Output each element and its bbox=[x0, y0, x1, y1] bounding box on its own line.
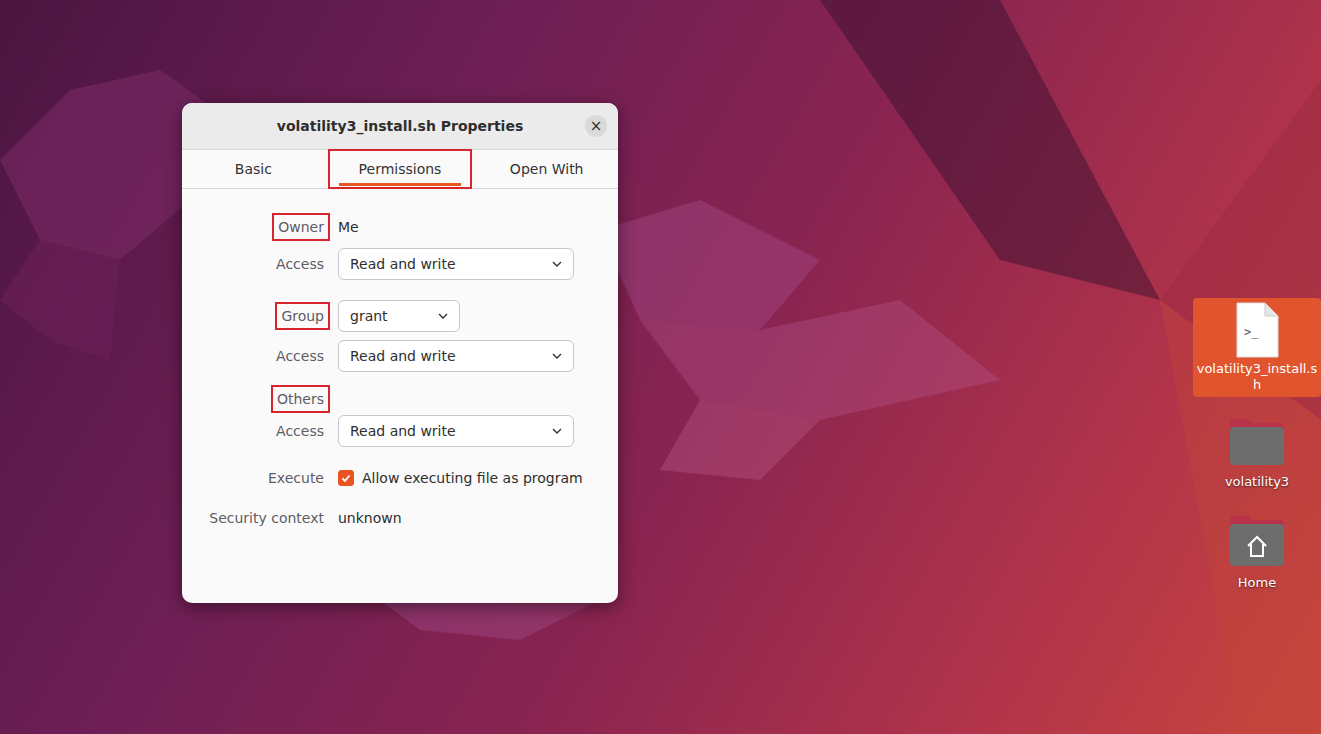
icon-label: volatility3_install.sh bbox=[1195, 361, 1319, 393]
label-cell: Owner bbox=[182, 213, 330, 241]
tab-underline bbox=[339, 183, 462, 186]
dropdown-value: Read and write bbox=[350, 348, 456, 364]
owner-value: Me bbox=[338, 219, 359, 235]
chevron-down-icon bbox=[551, 258, 563, 270]
dropdown-value: Read and write bbox=[350, 256, 456, 272]
owner-name: Me bbox=[338, 219, 359, 235]
dropdown-value: Read and write bbox=[350, 423, 456, 439]
field-label: Security context bbox=[203, 504, 330, 532]
field-label: Access bbox=[270, 417, 330, 445]
desktop-icon[interactable]: volatility3 bbox=[1193, 413, 1321, 494]
property-row: Owner Me bbox=[182, 213, 618, 241]
icon-graphic: >_ bbox=[1235, 302, 1279, 358]
value-cell: Read and write bbox=[338, 248, 574, 280]
tab[interactable]: Basic bbox=[182, 150, 325, 188]
icon-label: Home bbox=[1195, 575, 1319, 591]
property-row: Access Read and write bbox=[182, 248, 618, 280]
chevron-down-icon bbox=[551, 425, 563, 437]
property-row: Security context unknown bbox=[182, 504, 618, 532]
tab[interactable]: Permissions bbox=[329, 150, 472, 188]
folder-icon bbox=[1228, 417, 1286, 467]
tab-bar: Basic Permissions Open With bbox=[182, 150, 618, 189]
icon-label: volatility3 bbox=[1195, 474, 1319, 490]
chevron-down-icon bbox=[551, 350, 563, 362]
value-cell: Read and write bbox=[338, 340, 574, 372]
field-label: Execute bbox=[262, 464, 330, 492]
tab[interactable]: Open With bbox=[475, 150, 618, 188]
desktop-icon[interactable]: >_ volatility3_install.sh bbox=[1193, 298, 1321, 397]
tab-label: Basic bbox=[235, 161, 272, 177]
field-label: Others bbox=[271, 385, 330, 413]
icon-graphic bbox=[1228, 417, 1286, 471]
tab-label: Open With bbox=[510, 161, 584, 177]
group-dropdown[interactable]: grant bbox=[338, 300, 460, 332]
value-cell: grant bbox=[338, 300, 460, 332]
label-cell: Group bbox=[182, 302, 330, 330]
dropdown-value: grant bbox=[350, 308, 388, 324]
field-label: Group bbox=[275, 302, 330, 330]
execute-option: Allow executing file as program bbox=[362, 470, 583, 486]
value-cell: Read and write bbox=[338, 415, 574, 447]
property-row: Access Read and write bbox=[182, 340, 618, 372]
field-label: Access bbox=[270, 342, 330, 370]
properties-dialog: volatility3_install.sh Properties × Basic P… bbox=[182, 103, 618, 603]
script-file-icon: >_ bbox=[1235, 302, 1279, 358]
security-value: unknown bbox=[338, 510, 402, 526]
label-cell: Access bbox=[182, 417, 330, 445]
tab-label: Permissions bbox=[359, 161, 442, 177]
property-row: Others bbox=[182, 385, 618, 413]
desktop-icon[interactable]: Home bbox=[1193, 510, 1321, 595]
others-access-dropdown[interactable]: Read and write bbox=[338, 415, 574, 447]
execute-value: Allow executing file as program bbox=[338, 470, 583, 486]
execute-checkbox[interactable] bbox=[338, 470, 354, 486]
owner-access-dropdown[interactable]: Read and write bbox=[338, 248, 574, 280]
desktop-icons: >_ volatility3_install.sh volatility3 Home bbox=[1193, 298, 1321, 595]
property-row: Execute Allow executing file as program bbox=[182, 464, 618, 492]
label-cell: Security context bbox=[182, 504, 330, 532]
permissions-panel: Owner Me Access Read and write Group grant Acc… bbox=[182, 189, 618, 532]
check-icon bbox=[340, 472, 352, 484]
dialog-title: volatility3_install.sh Properties bbox=[277, 118, 524, 134]
icon-graphic bbox=[1228, 514, 1286, 572]
field-label: Owner bbox=[272, 213, 330, 241]
security-context: unknown bbox=[338, 510, 402, 526]
dialog-header: volatility3_install.sh Properties × bbox=[182, 103, 618, 150]
label-cell: Others bbox=[182, 385, 330, 413]
property-row: Group grant bbox=[182, 300, 618, 332]
field-label: Access bbox=[270, 250, 330, 278]
close-button[interactable]: × bbox=[585, 115, 607, 137]
label-cell: Access bbox=[182, 250, 330, 278]
label-cell: Access bbox=[182, 342, 330, 370]
home-folder-icon bbox=[1228, 514, 1286, 568]
chevron-down-icon bbox=[437, 310, 449, 322]
annotation-box bbox=[329, 150, 472, 188]
terminal-glyph: >_ bbox=[1244, 325, 1258, 339]
group-access-dropdown[interactable]: Read and write bbox=[338, 340, 574, 372]
label-cell: Execute bbox=[182, 464, 330, 492]
property-row: Access Read and write bbox=[182, 415, 618, 447]
